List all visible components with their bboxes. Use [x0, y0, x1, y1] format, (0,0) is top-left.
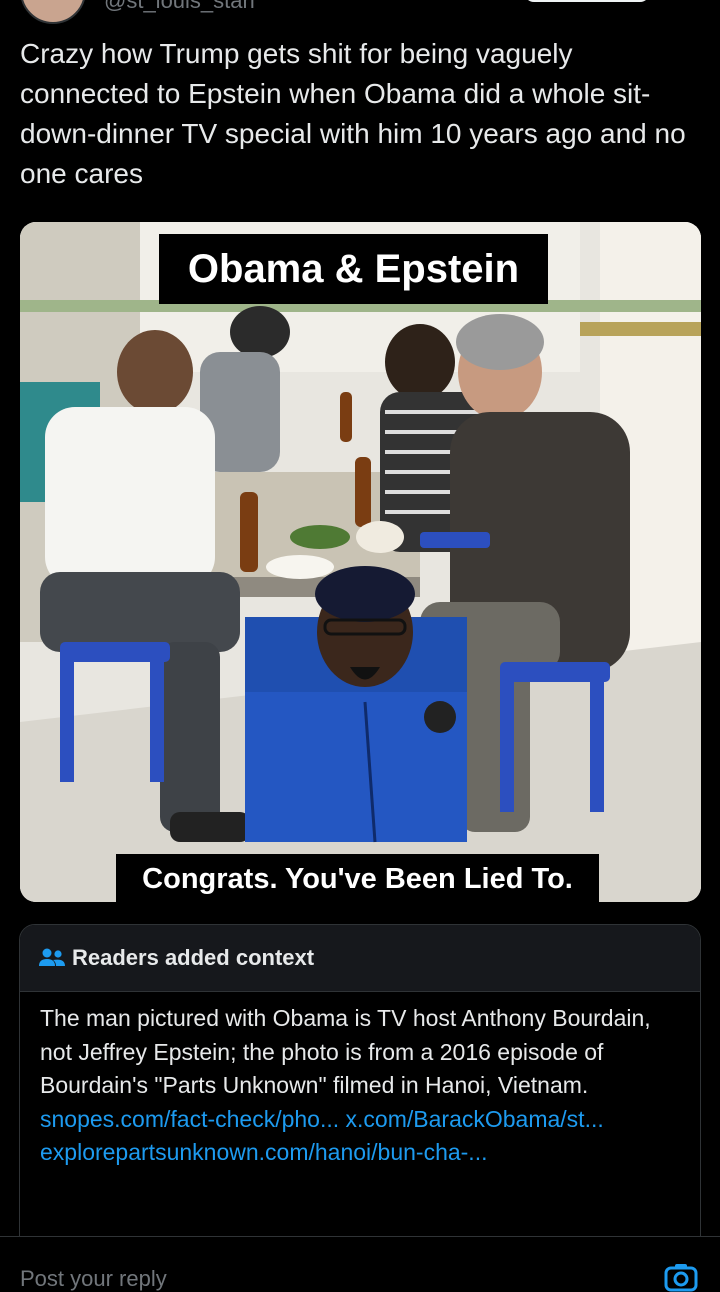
note-link-x[interactable]: x.com/BarackObama/st... — [346, 1106, 604, 1132]
community-note-title: Readers added context — [72, 945, 315, 970]
tweet-text: Crazy how Trump gets shit for being vagu… — [20, 38, 686, 189]
camera-icon[interactable] — [664, 1262, 698, 1292]
image-caption-bottom: Congrats. You've Been Lied To. — [116, 854, 599, 904]
author-avatar[interactable] — [20, 0, 86, 24]
photo-illustration — [20, 222, 701, 902]
community-note-body: The man pictured with Obama is TV host A… — [20, 992, 700, 1170]
author-handle[interactable]: @st_louis_stan — [104, 0, 255, 14]
follow-button[interactable] — [524, 0, 650, 2]
community-note-header[interactable]: Readers added context — [20, 925, 700, 992]
note-link-snopes[interactable]: snopes.com/fact-check/pho... — [40, 1106, 339, 1132]
community-note: Readers added context The man pictured w… — [19, 924, 701, 1264]
image-caption-top: Obama & Epstein — [159, 234, 548, 304]
tweet-image[interactable] — [20, 222, 701, 902]
community-note-text: The man pictured with Obama is TV host A… — [40, 1005, 651, 1098]
people-icon — [39, 948, 65, 966]
reply-input[interactable]: Post your reply — [20, 1266, 167, 1292]
note-link-partsunknown[interactable]: explorepartsunknown.com/hanoi/bun-cha-..… — [40, 1139, 487, 1165]
